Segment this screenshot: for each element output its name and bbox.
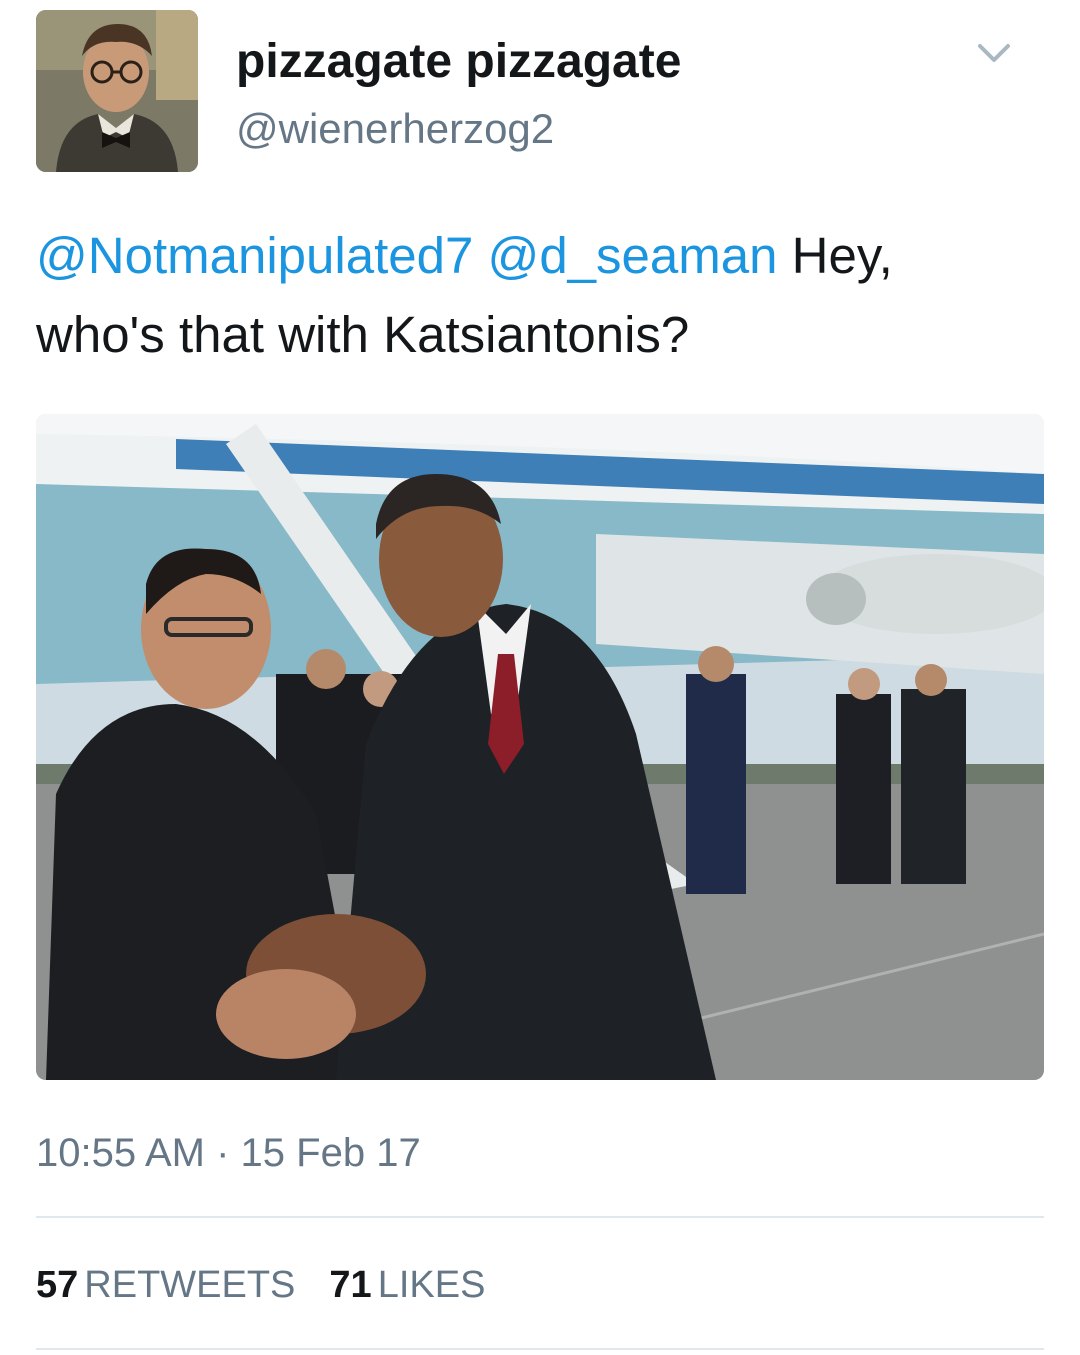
tweet-card: pizzagate pizzagate @wienerherzog2 @Notm… (0, 0, 1080, 1355)
tweet-body-text: Hey, (777, 227, 893, 284)
tweet-timestamp[interactable]: 10:55 AM · 15 Feb 17 (36, 1130, 421, 1176)
mention-link[interactable]: @d_seaman (488, 227, 778, 284)
chevron-down-icon (978, 44, 1010, 62)
likes-count: 71 (329, 1264, 372, 1306)
likes-stat[interactable]: 71 LIKES (329, 1262, 485, 1308)
mention-link[interactable]: @Notmanipulated7 (36, 227, 473, 284)
tweet-menu-button[interactable] (974, 38, 1014, 68)
tweet-text: @Notmanipulated7 @d_seaman Hey, who's tha… (36, 216, 1046, 374)
user-handle[interactable]: @wienerherzog2 (236, 104, 554, 154)
retweets-stat[interactable]: 57 RETWEETS (36, 1262, 295, 1308)
likes-label: LIKES (377, 1264, 486, 1306)
user-avatar-icon (36, 10, 198, 172)
avatar[interactable] (36, 10, 198, 172)
divider (36, 1348, 1044, 1350)
tweet-stats: 57 RETWEETS 71 LIKES (36, 1262, 519, 1308)
tweet-body-text: who's that with Katsiantonis? (36, 306, 690, 363)
retweets-label: RETWEETS (84, 1264, 296, 1306)
display-name[interactable]: pizzagate pizzagate (236, 34, 681, 90)
retweets-count: 57 (36, 1264, 79, 1306)
photo-image (36, 414, 1044, 1080)
tweet-photo[interactable] (36, 414, 1044, 1080)
divider (36, 1216, 1044, 1218)
